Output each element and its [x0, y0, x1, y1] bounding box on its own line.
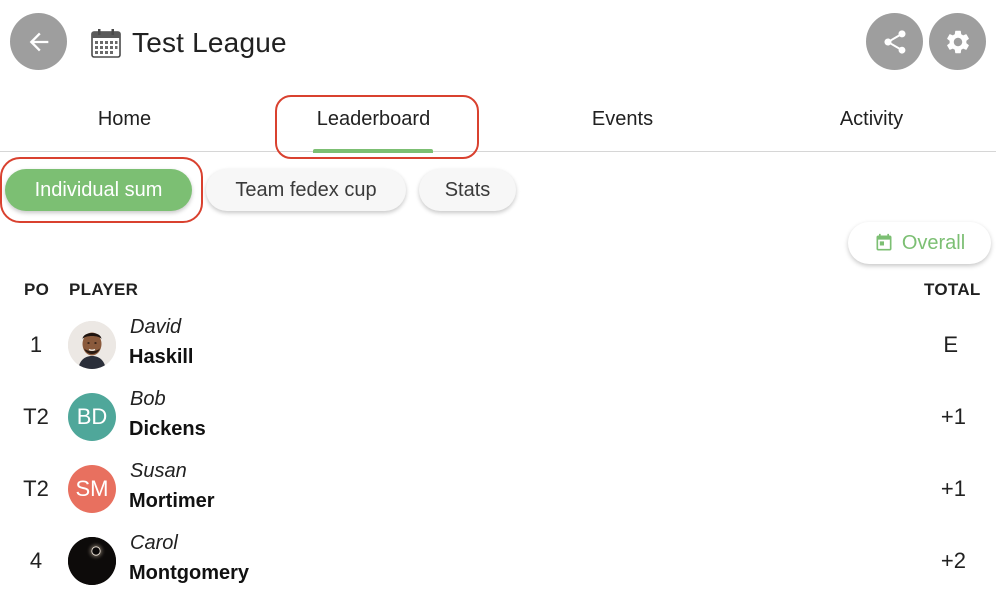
player-last-name: Haskill [129, 346, 194, 368]
back-button[interactable] [10, 13, 67, 70]
annotation-outline-tab [275, 95, 479, 159]
player-total: +1 [940, 404, 966, 429]
row-position: 4 [29, 548, 43, 573]
player-total: +1 [940, 476, 966, 501]
period-overall-label: Overall [901, 231, 966, 254]
player-last-name: Dickens [129, 418, 206, 440]
league-title: Test League [132, 27, 287, 58]
share-button[interactable] [866, 13, 923, 70]
avatar: BD [68, 393, 116, 441]
player-first-name: Bob [130, 388, 166, 410]
calendar-icon [874, 233, 894, 253]
player-last-name: Montgomery [129, 562, 249, 584]
tab-activity[interactable]: Activity [747, 86, 996, 152]
player-total: +2 [940, 548, 966, 573]
leaderboard-row[interactable]: 4 Carol Montgomery +2 [0, 532, 996, 604]
column-header-total: TOTAL [924, 280, 981, 299]
share-icon [884, 29, 905, 54]
player-first-name: David [130, 316, 182, 338]
tab-events[interactable]: Events [498, 86, 747, 152]
gear-icon [946, 30, 969, 53]
row-position: 1 [29, 332, 43, 357]
player-first-name: Susan [130, 460, 187, 482]
row-position: T2 [23, 476, 49, 501]
player-last-name: Mortimer [129, 490, 215, 512]
player-total: E [943, 332, 958, 357]
leaderboard-row[interactable]: 1 David Haskill E [0, 316, 996, 388]
arrow-left-icon [29, 32, 48, 51]
player-first-name: Carol [130, 532, 178, 554]
leaderboard-row[interactable]: T2 SM Susan Mortimer +1 [0, 460, 996, 532]
avatar [68, 321, 116, 369]
settings-button[interactable] [929, 13, 986, 70]
annotation-outline-chip [0, 157, 203, 223]
column-header-player: PLAYER [69, 280, 139, 299]
chip-stats[interactable]: Stats [419, 169, 516, 211]
tab-home[interactable]: Home [0, 86, 249, 152]
avatar [68, 537, 116, 585]
app-header: Test League [0, 0, 996, 86]
tab-bar: Home Leaderboard Events Activity [0, 86, 996, 152]
column-header-position: PO [24, 280, 50, 299]
league-title-wrap: Test League [90, 24, 287, 62]
leaderboard-row[interactable]: T2 BD Bob Dickens +1 [0, 388, 996, 460]
avatar: SM [68, 465, 116, 513]
calendar-icon [90, 27, 122, 59]
row-position: T2 [23, 404, 49, 429]
period-overall-button[interactable]: Overall [848, 222, 991, 264]
chip-team-fedex-cup[interactable]: Team fedex cup [206, 169, 406, 211]
